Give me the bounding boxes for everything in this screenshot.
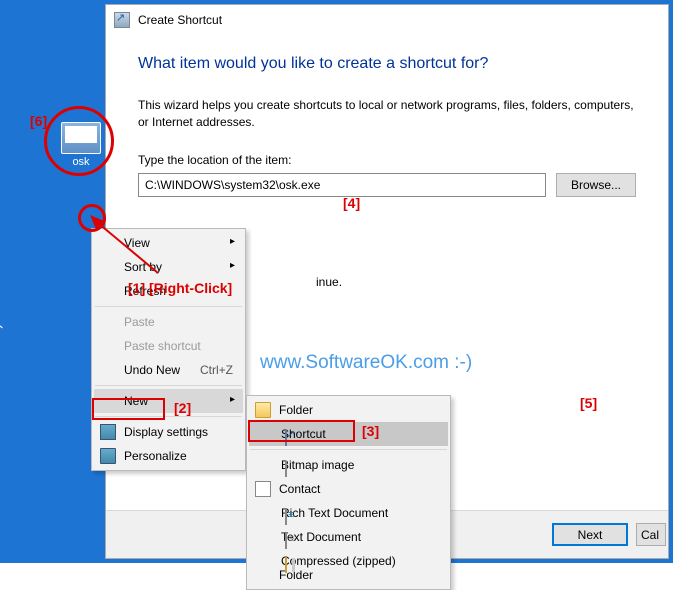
submenu-compressed-label: Compressed (zipped) Folder bbox=[279, 554, 396, 582]
annotation-2: [2] bbox=[174, 400, 191, 416]
submenu-folder-label: Folder bbox=[279, 403, 313, 417]
menu-separator bbox=[95, 306, 242, 307]
text-icon bbox=[285, 533, 287, 549]
menu-display-label: Display settings bbox=[124, 425, 208, 439]
dialog-description: This wizard helps you create shortcuts t… bbox=[138, 97, 636, 131]
continue-text-fragment: inue. bbox=[316, 275, 342, 289]
menu-separator bbox=[95, 416, 242, 417]
menu-personalize[interactable]: Personalize bbox=[94, 444, 243, 468]
watermark-center: www.SoftwareOK.com :-) bbox=[260, 352, 472, 374]
dialog-title: Create Shortcut bbox=[138, 13, 222, 27]
monitor-icon bbox=[100, 424, 116, 440]
cancel-button[interactable]: Cal bbox=[636, 523, 666, 546]
menu-undo-shortcut: Ctrl+Z bbox=[200, 363, 233, 377]
menu-sort-by[interactable]: Sort by bbox=[94, 255, 243, 279]
submenu-shortcut[interactable]: Shortcut bbox=[249, 422, 448, 446]
new-submenu: Folder Shortcut Bitmap image Contact Ric… bbox=[246, 395, 451, 590]
desktop-context-menu: View Sort by Refresh Paste Paste shortcu… bbox=[91, 228, 246, 471]
desktop-background[interactable]: www.SoftwareOK.com :-) Create Shortcut W… bbox=[0, 0, 673, 563]
annotation-4: [4] bbox=[343, 195, 360, 211]
submenu-text[interactable]: Text Document bbox=[249, 525, 448, 549]
zip-icon bbox=[285, 557, 287, 573]
shortcut-icon bbox=[114, 12, 130, 28]
menu-view[interactable]: View bbox=[94, 231, 243, 255]
browse-button[interactable]: Browse... bbox=[556, 173, 636, 197]
menu-display-settings[interactable]: Display settings bbox=[94, 420, 243, 444]
personalize-icon bbox=[100, 448, 116, 464]
annotation-circle-6 bbox=[44, 106, 114, 176]
rtf-icon bbox=[285, 509, 287, 525]
menu-paste: Paste bbox=[94, 310, 243, 334]
contact-icon bbox=[255, 481, 271, 497]
submenu-contact[interactable]: Contact bbox=[249, 477, 448, 501]
submenu-compressed[interactable]: Compressed (zipped) Folder bbox=[249, 549, 448, 587]
annotation-6: [6] bbox=[30, 113, 47, 129]
annotation-5: [5] bbox=[580, 395, 597, 411]
watermark-left: www.SoftwareOK.com :-) bbox=[0, 322, 4, 523]
submenu-bitmap-label: Bitmap image bbox=[281, 458, 354, 472]
location-input[interactable] bbox=[138, 173, 546, 197]
menu-personalize-label: Personalize bbox=[124, 449, 187, 463]
submenu-contact-label: Contact bbox=[279, 482, 320, 496]
dialog-titlebar[interactable]: Create Shortcut bbox=[106, 5, 668, 35]
menu-undo-new[interactable]: Undo New Ctrl+Z bbox=[94, 358, 243, 382]
submenu-rtf-label: Rich Text Document bbox=[281, 506, 388, 520]
menu-separator bbox=[250, 449, 447, 450]
folder-icon bbox=[255, 402, 271, 418]
shortcut-icon bbox=[285, 430, 287, 446]
menu-separator bbox=[95, 385, 242, 386]
menu-paste-shortcut: Paste shortcut bbox=[94, 334, 243, 358]
annotation-3: [3] bbox=[362, 423, 379, 439]
next-button[interactable]: Next bbox=[552, 523, 628, 546]
location-label: Type the location of the item: bbox=[138, 153, 636, 167]
submenu-folder[interactable]: Folder bbox=[249, 398, 448, 422]
bitmap-icon bbox=[285, 461, 287, 477]
submenu-bitmap[interactable]: Bitmap image bbox=[249, 453, 448, 477]
menu-new[interactable]: New bbox=[94, 389, 243, 413]
submenu-rtf[interactable]: Rich Text Document bbox=[249, 501, 448, 525]
dialog-heading: What item would you like to create a sho… bbox=[138, 55, 636, 73]
dialog-body: What item would you like to create a sho… bbox=[106, 35, 668, 217]
menu-undo-label: Undo New bbox=[124, 363, 180, 377]
annotation-1: [1] [Right-Click] bbox=[128, 280, 232, 296]
annotation-circle-1 bbox=[78, 204, 106, 232]
